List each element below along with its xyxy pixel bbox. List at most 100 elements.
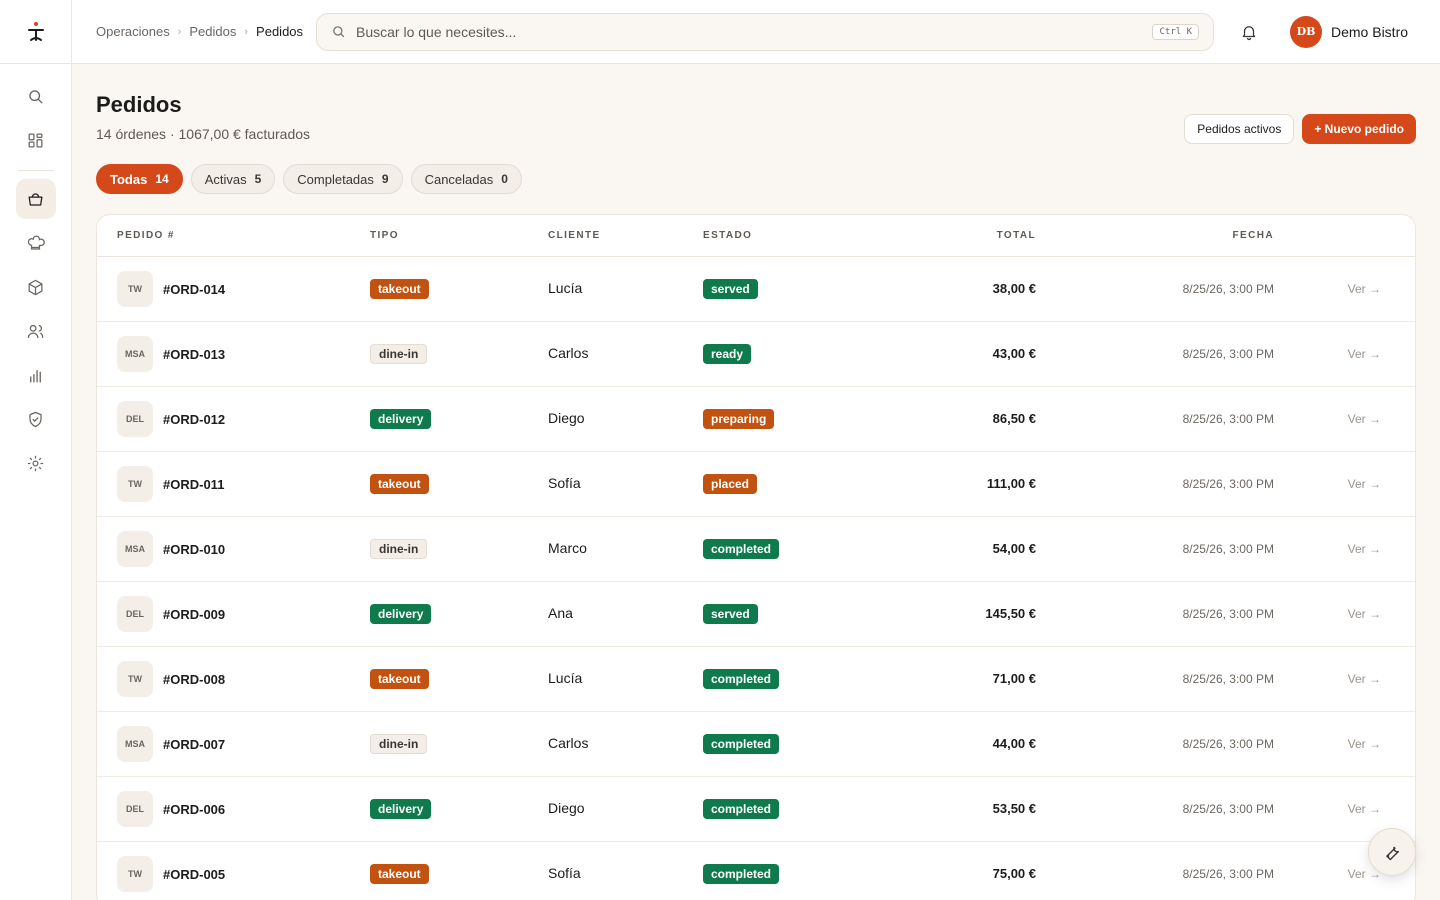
column-header-cliente[interactable]: CLIENTE [548,230,703,241]
table-row[interactable]: MSA #ORD-013 dine-in Carlos ready 43,00 € 8/25… [97,322,1415,387]
shortcut-hint: Ctrl K [1152,23,1199,40]
view-order-link[interactable]: Ver → [1348,607,1381,621]
settings-sun-icon [27,455,44,471]
column-header-fecha[interactable]: FECHA [1036,230,1274,241]
new-order-button[interactable]: + Nuevo pedido [1302,114,1416,144]
view-order-link[interactable]: Ver → [1348,412,1381,426]
order-total: 71,00 € [992,671,1036,686]
table-row[interactable]: DEL #ORD-009 delivery Ana served 145,50 € 8/25… [97,582,1415,647]
status-badge: completed [703,864,780,884]
filter-completed[interactable]: Completadas 9 [283,164,403,194]
customer-name: Diego [548,410,585,426]
filter-count: 14 [155,172,169,186]
order-type-cell: delivery [370,604,548,624]
status-badge: completed [703,734,780,754]
order-total: 53,50 € [992,801,1036,816]
customer-cell: Ana [548,605,703,623]
user-name: Demo Bistro [1331,23,1409,40]
view-order-link[interactable]: Ver → [1348,672,1381,686]
table-row[interactable]: MSA #ORD-007 dine-in Carlos completed 44,00 €… [97,712,1415,777]
table-row[interactable]: MSA #ORD-010 dine-in Marco completed 54,00 € 8… [97,517,1415,582]
search-bar[interactable]: Ctrl K [316,12,1214,51]
filter-active[interactable]: Activas 5 [190,164,276,194]
sidebar-item-search[interactable] [16,76,56,116]
order-total: 145,50 € [985,606,1036,621]
status-cell: completed [703,669,903,689]
table-row[interactable]: TW #ORD-005 takeout Sofía completed 75,00 € 8/… [97,842,1415,900]
date-cell: 8/25/26, 3:00 PM [1036,345,1274,363]
column-header-total[interactable]: TOTAL [903,230,1036,241]
chef-hat-icon [27,235,45,250]
order-date: 8/25/26, 3:00 PM [1182,477,1274,491]
table-row[interactable]: DEL #ORD-012 delivery Diego preparing 86,50 €… [97,387,1415,452]
shield-icon [29,411,42,427]
users-icon [27,324,44,338]
sidebar-item-reports[interactable] [16,355,56,395]
order-total: 43,00 € [992,346,1036,361]
view-order-link[interactable]: Ver → [1348,542,1381,556]
customer-cell: Lucía [548,670,703,688]
sidebar-item-dashboard[interactable] [16,120,56,160]
sidebar-item-security[interactable] [16,399,56,439]
order-date: 8/25/26, 3:00 PM [1182,867,1274,881]
sidebar-nav [0,64,71,487]
status-badge: preparing [703,409,775,429]
search-icon [333,26,345,38]
table-row[interactable]: TW #ORD-008 takeout Lucía completed 71,00 € 8/… [97,647,1415,712]
order-id: #ORD-010 [163,541,226,557]
order-id-cell: TW #ORD-011 [97,466,370,502]
order-date: 8/25/26, 3:00 PM [1182,802,1274,816]
column-header-estado[interactable]: ESTADO [703,230,903,241]
order-date: 8/25/26, 3:00 PM [1182,607,1274,621]
app-logo[interactable] [0,0,71,64]
table-row[interactable]: TW #ORD-011 takeout Sofía placed 111,00 € 8/25… [97,452,1415,517]
table-row[interactable]: DEL #ORD-006 delivery Diego completed 53,50 €… [97,777,1415,842]
bar-chart-icon [30,369,41,383]
sidebar-item-settings[interactable] [16,443,56,483]
user-menu[interactable]: DB Demo Bistro [1290,15,1409,48]
sidebar-item-kitchen[interactable] [16,223,56,263]
tools-fab-button[interactable] [1368,828,1416,876]
table-row[interactable]: TW #ORD-014 takeout Lucía served 38,00 € 8/25/… [97,257,1415,322]
sidebar-item-orders[interactable] [15,179,56,219]
order-source-badge: MSA [117,726,153,762]
order-id-cell: MSA #ORD-010 [97,531,370,567]
filter-count: 9 [381,172,389,186]
view-order-link[interactable]: Ver → [1348,282,1381,296]
wrench-icon [1386,846,1399,861]
total-cell: 54,00 € [903,540,1036,558]
order-source-badge: MSA [117,336,153,372]
view-order-link[interactable]: Ver → [1348,802,1381,816]
column-header-tipo[interactable]: TIPO [370,230,548,241]
sidebar-item-customers[interactable] [16,311,56,351]
status-cell: ready [703,344,903,364]
status-cell: completed [703,799,903,819]
total-cell: 86,50 € [903,410,1036,428]
active-orders-button[interactable]: Pedidos activos [1184,114,1295,144]
order-type-cell: takeout [370,474,548,494]
total-cell: 145,50 € [903,605,1036,623]
sidebar-item-inventory[interactable] [16,267,56,307]
view-cell: Ver → [1274,345,1401,363]
table-header: PEDIDO # TIPO CLIENTE ESTADO TOTAL FECHA [97,215,1415,257]
filter-all[interactable]: Todas 14 [96,164,183,194]
view-cell: Ver → [1274,475,1401,493]
order-type-cell: dine-in [370,734,548,754]
view-order-link[interactable]: Ver → [1348,347,1381,361]
orders-table: PEDIDO # TIPO CLIENTE ESTADO TOTAL FECHA… [96,214,1416,900]
column-header-id[interactable]: PEDIDO # [97,230,370,241]
view-order-link[interactable]: Ver → [1348,737,1381,751]
breadcrumb-operaciones[interactable]: Operaciones [96,24,170,39]
search-input[interactable] [356,23,1153,40]
customer-name: Marco [548,540,587,556]
order-total: 75,00 € [992,866,1036,881]
breadcrumb: Operaciones › Pedidos › Pedidos [96,24,316,39]
order-date: 8/25/26, 3:00 PM [1182,542,1274,556]
order-type-cell: delivery [370,409,548,429]
filter-cancelled[interactable]: Canceladas 0 [410,164,522,194]
view-order-link[interactable]: Ver → [1348,477,1381,491]
notifications-button[interactable] [1238,21,1260,43]
total-cell: 53,50 € [903,800,1036,818]
order-id: #ORD-007 [163,736,226,752]
breadcrumb-pedidos[interactable]: Pedidos [189,24,236,39]
